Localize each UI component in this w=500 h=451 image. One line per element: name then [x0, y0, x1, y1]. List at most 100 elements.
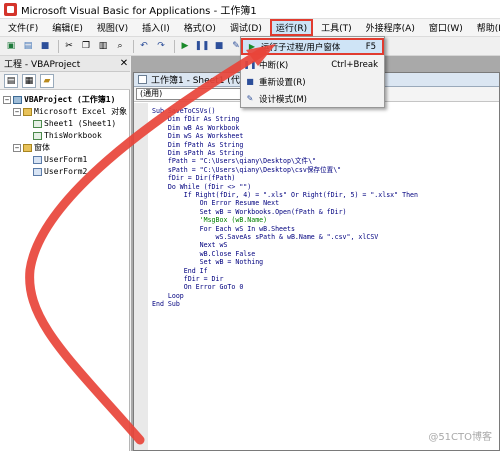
tree-node-excel-objects[interactable]: − Microsoft Excel 对象 [13, 106, 127, 117]
run-menu-dropdown: ▶ 运行子过程/用户窗体 F5 ❚❚ 中断(K) Ctrl+Break ■ 重新… [240, 36, 385, 108]
menu-edit[interactable]: 编辑(E) [46, 20, 89, 35]
userform-icon [33, 155, 42, 164]
code-line: sPath = "C:\Users\qiany\Desktop\csv保存位置\… [152, 165, 342, 174]
window-title: Microsoft Visual Basic for Applications … [21, 5, 257, 17]
code-line: On Error GoTo 0 [152, 283, 244, 292]
code-line: Set wB = Nothing [152, 258, 264, 267]
code-line: Dim fPath As String [152, 140, 244, 149]
tree-node-vbaproject[interactable]: − VBAProject (工作簿1) [3, 94, 115, 105]
vba-app-icon [4, 2, 17, 16]
tree-node-thisworkbook[interactable]: ThisWorkbook [33, 130, 102, 141]
menu-insert[interactable]: 插入(I) [136, 20, 176, 35]
excel-view-icon[interactable]: ▣ [4, 39, 18, 53]
code-window: 工作簿1 - Sheet1 (代码) (通用) Sub SaveToCSVs()… [133, 72, 500, 451]
code-line: Dim wS As Worksheet [152, 132, 244, 141]
view-code-icon[interactable]: ▤ [4, 73, 18, 88]
insert-object-icon[interactable]: ▤ [21, 39, 35, 53]
tree-node-userform2[interactable]: UserForm2 [33, 166, 87, 177]
code-line: fDir = Dir [152, 275, 224, 283]
paste-icon[interactable]: ▥ [96, 39, 110, 53]
toggle-folders-icon[interactable]: ▰ [40, 73, 54, 88]
design-mode-item[interactable]: ✎ 设计模式(M) [241, 90, 384, 107]
tree-node-forms[interactable]: − 窗体 [13, 142, 50, 153]
folder-icon [23, 143, 32, 152]
code-line: wS.SaveAs sPath & wB.Name & ".csv", xlCS… [152, 233, 379, 241]
menu-window[interactable]: 窗口(W) [423, 20, 469, 35]
menu-bar: 文件(F) 编辑(E) 视图(V) 插入(I) 格式(O) 调试(D) 运行(R… [0, 19, 500, 37]
tree-node-sheet1[interactable]: Sheet1 (Sheet1) [33, 118, 116, 129]
tree-node-label: UserForm2 [44, 167, 88, 176]
tree-node-label: 窗体 [34, 143, 50, 152]
tree-node-label: Sheet1 (Sheet1) [44, 119, 117, 128]
close-icon[interactable]: ✕ [118, 58, 130, 69]
menu-item-shortcut: Ctrl+Break [331, 59, 378, 70]
workbook-icon [33, 131, 42, 140]
break-icon[interactable]: ❚❚ [194, 39, 209, 53]
code-line: wB.Close False [152, 249, 256, 258]
code-editor[interactable]: Sub SaveToCSVs() Dim fDir As String Dim … [134, 103, 499, 450]
toolbar-divider [174, 39, 175, 53]
code-document-icon [138, 75, 147, 84]
view-object-icon[interactable]: ▦ [22, 73, 36, 88]
code-line: Dim wB As Workbook [152, 123, 240, 132]
project-pane-toolbar: ▤ ▦ ▰ [0, 72, 130, 90]
code-line: Dim fDir As String [152, 115, 240, 124]
watermark: @51CTO博客 [428, 432, 492, 443]
code-line: Next wS [152, 241, 228, 250]
menu-view[interactable]: 视图(V) [91, 20, 134, 35]
code-line: fPath = "C:\Users\qiany\Desktop\文件\" [152, 157, 317, 166]
code-line: 'MsgBox (wB.Name) [152, 216, 268, 225]
reset-item[interactable]: ■ 重新设置(R) [241, 73, 384, 90]
find-icon[interactable]: ⌕ [113, 39, 127, 53]
design-mode-icon: ✎ [246, 94, 254, 103]
menu-item-label: 运行子过程/用户窗体 [261, 42, 341, 53]
save-icon[interactable]: ■ [38, 39, 52, 53]
collapse-icon[interactable]: − [13, 143, 21, 152]
tree-node-label: ThisWorkbook [44, 131, 102, 140]
title-bar: Microsoft Visual Basic for Applications … [0, 0, 500, 19]
collapse-icon[interactable]: − [3, 95, 11, 104]
reset-icon[interactable]: ■ [212, 39, 226, 53]
toolbar-divider [133, 39, 134, 53]
code-line: Set wB = Workbooks.Open(fPath & fDir) [152, 207, 347, 216]
break-item[interactable]: ❚❚ 中断(K) Ctrl+Break [241, 56, 384, 73]
toolbar-divider [58, 39, 59, 53]
code-line: Sub SaveToCSVs() [152, 107, 216, 115]
tree-node-label: UserForm1 [44, 155, 88, 164]
run-icon[interactable]: ▶ [178, 39, 192, 53]
menu-item-label: 中断(K) [259, 60, 289, 71]
tree-node-label: Microsoft Excel 对象 [34, 107, 128, 116]
project-tree: − VBAProject (工作簿1) − Microsoft Excel 对象… [0, 90, 130, 451]
code-line: End Sub [152, 300, 180, 309]
worksheet-icon [33, 119, 42, 128]
code-line: fDir = Dir(fPath) [152, 174, 236, 183]
undo-icon[interactable]: ↶ [137, 39, 151, 53]
collapse-icon[interactable]: − [13, 107, 21, 116]
project-pane-title: 工程 - VBAProject [4, 60, 81, 70]
menu-item-label: 设计模式(M) [259, 94, 307, 105]
folder-icon [23, 107, 32, 116]
menu-debug[interactable]: 调试(D) [224, 20, 268, 35]
play-icon: ▶ [248, 42, 256, 51]
redo-icon[interactable]: ↷ [154, 39, 168, 53]
code-window-title: 工作簿1 - Sheet1 (代码) [151, 76, 253, 86]
pause-icon: ❚❚ [243, 60, 257, 69]
run-sub-userform-item[interactable]: ▶ 运行子过程/用户窗体 F5 [241, 38, 384, 55]
menu-addins[interactable]: 外接程序(A) [360, 20, 421, 35]
menu-run[interactable]: 运行(R) [269, 19, 314, 36]
code-line: Loop [152, 291, 184, 300]
code-line: End If [152, 266, 208, 275]
stop-icon: ■ [246, 77, 254, 86]
menu-tools[interactable]: 工具(T) [315, 20, 358, 35]
menu-file[interactable]: 文件(F) [2, 20, 44, 35]
project-pane-header: 工程 - VBAProject ✕ [0, 56, 130, 72]
menu-format[interactable]: 格式(O) [178, 20, 222, 35]
menu-help[interactable]: 帮助(H) [471, 20, 500, 35]
code-line: On Error Resume Next [152, 199, 280, 208]
copy-icon[interactable]: ❐ [79, 39, 93, 53]
tree-node-userform1[interactable]: UserForm1 [33, 154, 87, 165]
cut-icon[interactable]: ✂ [62, 39, 76, 53]
code-line: Dim sPath As String [152, 149, 244, 157]
userform-icon [33, 167, 42, 176]
code-line: For Each wS In wB.Sheets [152, 224, 295, 233]
